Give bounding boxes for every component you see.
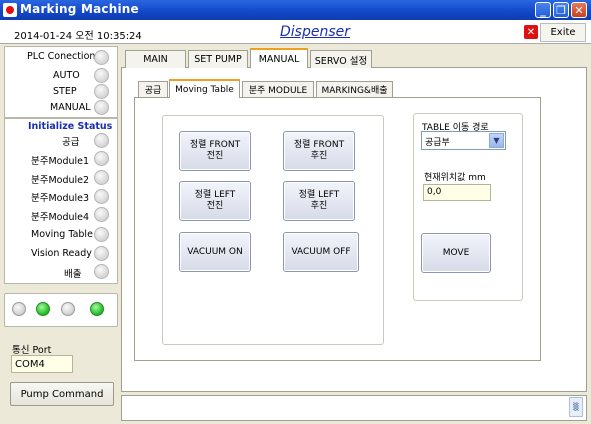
port-label: 통신 Port [12, 345, 52, 356]
app-icon [3, 3, 17, 17]
status-label-auto: AUTO [53, 70, 80, 81]
tab-servo-settings[interactable]: SERVO 설정 [310, 50, 372, 68]
init-label-module1: 분주Module1 [31, 156, 90, 167]
init-label-module3: 분주Module3 [31, 193, 90, 204]
align-front-forward-line2: 전진 [206, 151, 224, 161]
exit-button[interactable]: Exite [540, 23, 586, 42]
table-route-select[interactable]: 공급부 ▼ [421, 131, 506, 150]
subtab-marking-discharge[interactable]: MARKING&배출 [316, 81, 393, 97]
subtab-dispense-module[interactable]: 분주 MODULE [242, 81, 314, 97]
tab-main[interactable]: MAIN [125, 50, 186, 68]
table-route-selected-value: 공급부 [425, 138, 450, 148]
pump-command-button[interactable]: Pump Command [10, 382, 114, 406]
init-label-supply: 공급 [62, 137, 80, 148]
align-front-forward-line1: 정렬 FRONT [189, 140, 241, 151]
window-title: Marking Machine [20, 2, 139, 16]
status-indicator-plc [94, 50, 109, 65]
tab-set-pump[interactable]: SET PUMP [188, 50, 248, 68]
init-label-vision-ready: Vision Ready [31, 248, 92, 259]
init-indicator-module3 [94, 189, 109, 204]
vacuum-on-button[interactable]: VACUUM ON [179, 232, 251, 272]
align-left-forward-line1: 정렬 LEFT [194, 190, 236, 201]
move-button[interactable]: MOVE [421, 233, 491, 273]
init-label-moving-table: Moving Table [31, 229, 93, 240]
led-indicator-3 [61, 302, 75, 316]
align-left-forward-line2: 전진 [206, 201, 224, 211]
maximize-button[interactable]: ❐ [553, 2, 569, 18]
close-button[interactable]: ✕ [571, 2, 587, 18]
align-front-back-line1: 정렬 FRONT [293, 140, 345, 151]
exit-icon[interactable]: ✕ [524, 25, 538, 39]
minimize-button[interactable]: _ [535, 2, 551, 18]
app-heading: Dispenser [280, 24, 350, 40]
align-front-forward-button[interactable]: 정렬 FRONT 전진 [179, 131, 251, 171]
status-indicator-auto [94, 68, 109, 83]
align-front-back-button[interactable]: 정렬 FRONT 후진 [283, 131, 355, 171]
status-label-manual: MANUAL [50, 102, 91, 113]
status-label-plc: PLC Conection [27, 51, 96, 62]
align-front-back-line2: 후진 [310, 151, 328, 161]
led-indicator-1 [12, 302, 26, 316]
status-label-step: STEP [53, 86, 77, 97]
chevron-down-icon[interactable]: ▼ [489, 133, 504, 148]
led-indicator-4 [90, 302, 104, 316]
align-left-back-line2: 후진 [310, 201, 328, 211]
resize-grip-icon[interactable]: ▒ [569, 397, 583, 417]
align-left-back-line1: 정렬 LEFT [298, 190, 340, 201]
led-indicator-2 [36, 302, 50, 316]
init-indicator-vision-ready [94, 246, 109, 261]
init-label-module2: 분주Module2 [31, 175, 90, 186]
datetime-label: 2014-01-24 오전 10:35:24 [14, 31, 142, 42]
current-position-label: 현재위치값 mm [424, 173, 486, 183]
init-label-module4: 분주Module4 [31, 212, 90, 223]
log-area[interactable] [121, 395, 587, 421]
status-indicator-step [94, 84, 109, 99]
init-label-discharge: 배출 [64, 269, 82, 280]
init-indicator-supply [94, 133, 109, 148]
current-position-field[interactable]: 0,0 [423, 184, 491, 201]
tab-manual[interactable]: MANUAL [250, 48, 308, 68]
init-indicator-moving-table [94, 227, 109, 242]
init-indicator-module1 [94, 151, 109, 166]
subtab-moving-table[interactable]: Moving Table [169, 79, 240, 98]
init-indicator-module2 [94, 170, 109, 185]
vacuum-off-button[interactable]: VACUUM OFF [283, 232, 359, 272]
align-left-forward-button[interactable]: 정렬 LEFT 전진 [179, 181, 251, 221]
init-indicator-discharge [94, 264, 109, 279]
align-left-back-button[interactable]: 정렬 LEFT 후진 [283, 181, 355, 221]
init-indicator-module4 [94, 207, 109, 222]
initialize-status-title: Initialize Status [28, 121, 113, 132]
port-field[interactable]: COM4 [11, 355, 73, 373]
status-indicator-manual [94, 100, 109, 115]
subtab-supply[interactable]: 공급 [138, 81, 168, 97]
